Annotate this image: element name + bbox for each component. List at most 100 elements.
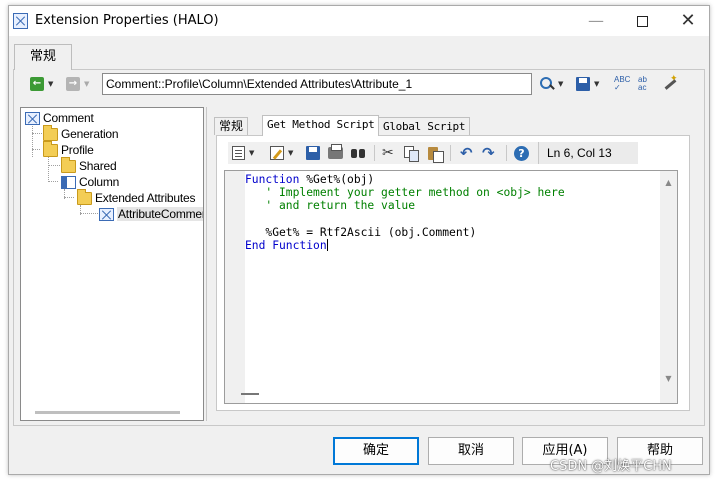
code-comment: ' and return the value bbox=[245, 199, 416, 213]
cancel-button[interactable]: 取消 bbox=[428, 437, 514, 465]
chevron-down-icon: ▼ bbox=[558, 80, 564, 88]
format-menu-button[interactable]: ▼ bbox=[232, 145, 254, 161]
script-editor[interactable]: Function %Get%(obj) ' Implement your get… bbox=[224, 170, 678, 404]
chevron-down-icon: ▼ bbox=[288, 149, 294, 157]
tree-line bbox=[32, 124, 33, 157]
extended-attribute-icon bbox=[25, 111, 40, 125]
maximize-icon bbox=[636, 16, 648, 27]
tab-global-script[interactable]: Global Script bbox=[378, 117, 471, 135]
navigation-toolbar: ← ▼ → ▼ Comment::Profile\Column\Extended A… bbox=[16, 73, 696, 95]
window-title: Extension Properties (HALO) bbox=[35, 13, 219, 28]
help-script-button[interactable]: ? bbox=[514, 145, 529, 161]
code-keyword: End Function bbox=[245, 239, 327, 253]
edit-menu-button[interactable]: ▼ bbox=[270, 145, 293, 161]
printer-icon bbox=[328, 144, 343, 159]
minimize-button[interactable]: — bbox=[573, 6, 619, 36]
undo-button[interactable]: ↶ bbox=[460, 145, 473, 161]
back-arrow-icon: ← bbox=[30, 77, 44, 91]
forward-arrow-icon: → bbox=[66, 77, 80, 91]
chevron-down-icon: ▼ bbox=[84, 80, 90, 88]
title-bar: Extension Properties (HALO) — ✕ bbox=[9, 6, 709, 36]
tree-item-comment[interactable]: Comment bbox=[25, 110, 94, 126]
object-path-value: Comment::Profile\Column\Extended Attribu… bbox=[106, 77, 413, 91]
cut-button[interactable]: ✂ bbox=[382, 145, 394, 161]
redo-icon: ↷ bbox=[482, 144, 495, 162]
save-icon bbox=[576, 77, 590, 91]
scissors-icon: ✂ bbox=[382, 145, 394, 161]
copy-icon bbox=[404, 146, 419, 162]
tree-item-column[interactable]: Column bbox=[61, 174, 119, 190]
toolbar-separator bbox=[374, 145, 375, 161]
code-keyword: Function bbox=[245, 173, 300, 186]
editor-vertical-scrollbar[interactable]: ▲ ▼ bbox=[660, 171, 677, 403]
tree-line bbox=[48, 157, 49, 182]
undo-icon: ↶ bbox=[460, 144, 473, 162]
toolbar-separator bbox=[450, 145, 451, 161]
cursor-position-indicator: Ln 6, Col 13 bbox=[538, 142, 638, 164]
copy-button[interactable] bbox=[404, 145, 419, 162]
replace-text-icon: ab ac bbox=[638, 75, 647, 92]
chevron-down-icon[interactable]: ⌵ bbox=[106, 74, 122, 94]
tree-line bbox=[48, 181, 58, 182]
scroll-up-icon[interactable]: ▲ bbox=[660, 174, 677, 191]
tree-line bbox=[32, 133, 42, 134]
tab-get-method-script[interactable]: Get Method Script bbox=[262, 115, 380, 136]
tree-item-extended-attributes[interactable]: Extended Attributes bbox=[77, 188, 195, 206]
scroll-down-icon[interactable]: ▼ bbox=[660, 370, 677, 387]
print-button[interactable] bbox=[328, 144, 343, 161]
save-button[interactable]: ▼ bbox=[576, 75, 599, 93]
folder-open-icon bbox=[43, 140, 58, 157]
code-comment: ' Implement your getter method on <obj> … bbox=[245, 186, 565, 200]
replace-button[interactable]: ab ac bbox=[638, 75, 654, 93]
spell-check-button[interactable]: ABC ✓ bbox=[614, 75, 630, 93]
object-path-combo[interactable]: Comment::Profile\Column\Extended Attribu… bbox=[102, 73, 532, 95]
tree-line bbox=[80, 213, 98, 214]
redo-button[interactable]: ↷ bbox=[482, 145, 495, 161]
save-script-button[interactable] bbox=[306, 145, 320, 161]
folder-open-icon bbox=[77, 188, 92, 205]
document-lines-icon bbox=[232, 146, 245, 160]
back-button[interactable]: ← ▼ bbox=[30, 75, 53, 93]
tree-line bbox=[48, 165, 60, 166]
paste-icon bbox=[428, 146, 444, 163]
toolbar-separator bbox=[506, 145, 507, 161]
editor-horizontal-scrollbar[interactable] bbox=[241, 393, 259, 395]
watermark: CSDN @刘焕平CHN bbox=[550, 459, 672, 474]
code-text: %Get%(obj) bbox=[299, 173, 375, 186]
edit-document-icon bbox=[270, 146, 284, 160]
tab-general[interactable]: 常规 bbox=[14, 44, 72, 70]
forward-button[interactable]: → ▼ bbox=[66, 75, 89, 93]
wizard-button[interactable] bbox=[662, 74, 678, 93]
extension-icon bbox=[13, 13, 28, 29]
chevron-down-icon: ▼ bbox=[48, 80, 54, 88]
save-icon bbox=[306, 146, 320, 160]
tree-horizontal-scrollbar[interactable] bbox=[35, 411, 180, 414]
script-code[interactable]: Function %Get%(obj) ' Implement your get… bbox=[245, 173, 565, 252]
paste-button[interactable] bbox=[428, 145, 444, 163]
ok-button[interactable]: 确定 bbox=[333, 437, 419, 465]
extension-tree[interactable]: Comment Generation Profile Shared Column… bbox=[20, 107, 204, 421]
find-text-button[interactable] bbox=[350, 145, 366, 161]
binoculars-icon bbox=[350, 146, 366, 160]
column-icon bbox=[61, 175, 76, 189]
tab-general-inner[interactable]: 常规 bbox=[214, 117, 249, 135]
outer-tab-strip: 常规 bbox=[9, 36, 709, 70]
tree-item-shared[interactable]: Shared bbox=[61, 156, 117, 174]
folder-icon bbox=[61, 156, 76, 173]
chevron-down-icon: ▼ bbox=[249, 149, 255, 157]
find-button[interactable]: ▼ bbox=[540, 75, 563, 93]
tree-item-generation[interactable]: Generation bbox=[43, 124, 119, 142]
help-icon: ? bbox=[514, 145, 529, 161]
maximize-button[interactable] bbox=[619, 6, 665, 36]
spell-check-icon: ABC ✓ bbox=[614, 75, 631, 92]
editor-gutter bbox=[225, 171, 245, 403]
code-text: %Get% = Rtf2Ascii (obj.Comment) bbox=[245, 225, 477, 239]
chevron-down-icon: ▼ bbox=[594, 80, 600, 88]
tree-line bbox=[32, 149, 40, 150]
close-button[interactable]: ✕ bbox=[665, 6, 711, 36]
extended-attribute-icon bbox=[99, 207, 114, 221]
text-cursor bbox=[326, 239, 328, 252]
search-icon bbox=[540, 77, 554, 91]
tree-line bbox=[64, 197, 74, 198]
tree-item-attribute-comment[interactable]: AttributeComment bbox=[99, 206, 203, 222]
